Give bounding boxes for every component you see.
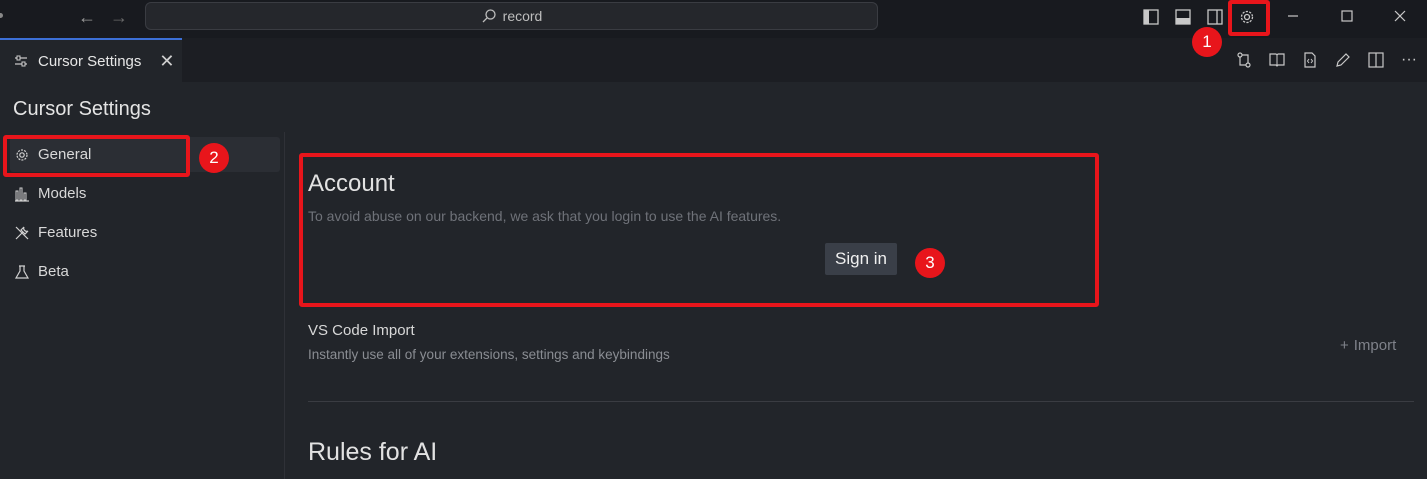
annotation-box-2 [3,135,190,177]
search-text: record [502,8,543,24]
toggle-panel-icon[interactable] [1170,4,1196,30]
settings-sidebar: General Models Features Beta [0,132,285,479]
vscode-import-title: VS Code Import [308,322,415,339]
annotation-box-3 [299,153,1099,307]
bar-chart-icon [15,187,29,202]
annotation-box-1 [1228,0,1270,36]
menu-dot-icon[interactable] [0,13,3,18]
rules-for-ai-title: Rules for AI [308,438,438,466]
compare-changes-icon[interactable] [1232,48,1256,72]
close-window-icon[interactable] [1377,0,1423,32]
minimize-icon[interactable] [1270,0,1316,32]
split-editor-icon[interactable] [1364,48,1388,72]
tools-icon [15,226,29,239]
toggle-primary-sidebar-icon[interactable] [1138,4,1164,30]
page-title: Cursor Settings [13,98,151,120]
arrow-left-icon[interactable]: ← [75,5,99,29]
tab-label: Cursor Settings [38,52,142,70]
close-tab-icon[interactable]: ✕ [159,51,174,72]
sidebar-item-label: Models [38,185,87,202]
sidebar-item-features[interactable]: Features [10,215,280,250]
annotation-badge-2: 2 [199,143,229,173]
editor-actions: ··· [1232,48,1427,72]
import-button[interactable]: + Import [1340,337,1396,354]
plus-icon: + [1340,337,1349,354]
section-divider [308,401,1414,402]
tab-cursor-settings[interactable]: Cursor Settings ✕ [0,38,182,82]
settings-sliders-icon [15,55,27,67]
pencil-edit-icon[interactable] [1331,48,1355,72]
sidebar-item-models[interactable]: Models [10,176,280,211]
command-center-search[interactable]: record [145,2,878,30]
open-json-file-icon[interactable] [1298,48,1322,72]
sidebar-item-label: Features [38,224,98,241]
maximize-icon[interactable] [1324,0,1370,32]
import-label: Import [1353,337,1397,354]
arrow-right-icon[interactable]: → [107,5,131,29]
sidebar-item-beta[interactable]: Beta [10,254,280,289]
more-actions-icon[interactable]: ··· [1397,48,1421,72]
vscode-import-description: Instantly use all of your extensions, se… [308,347,670,362]
open-preview-book-icon[interactable] [1265,48,1289,72]
flask-icon [14,264,30,279]
sidebar-item-label: Beta [38,263,69,280]
annotation-badge-3: 3 [915,248,945,278]
search-icon [482,9,496,23]
annotation-badge-1: 1 [1192,27,1222,57]
